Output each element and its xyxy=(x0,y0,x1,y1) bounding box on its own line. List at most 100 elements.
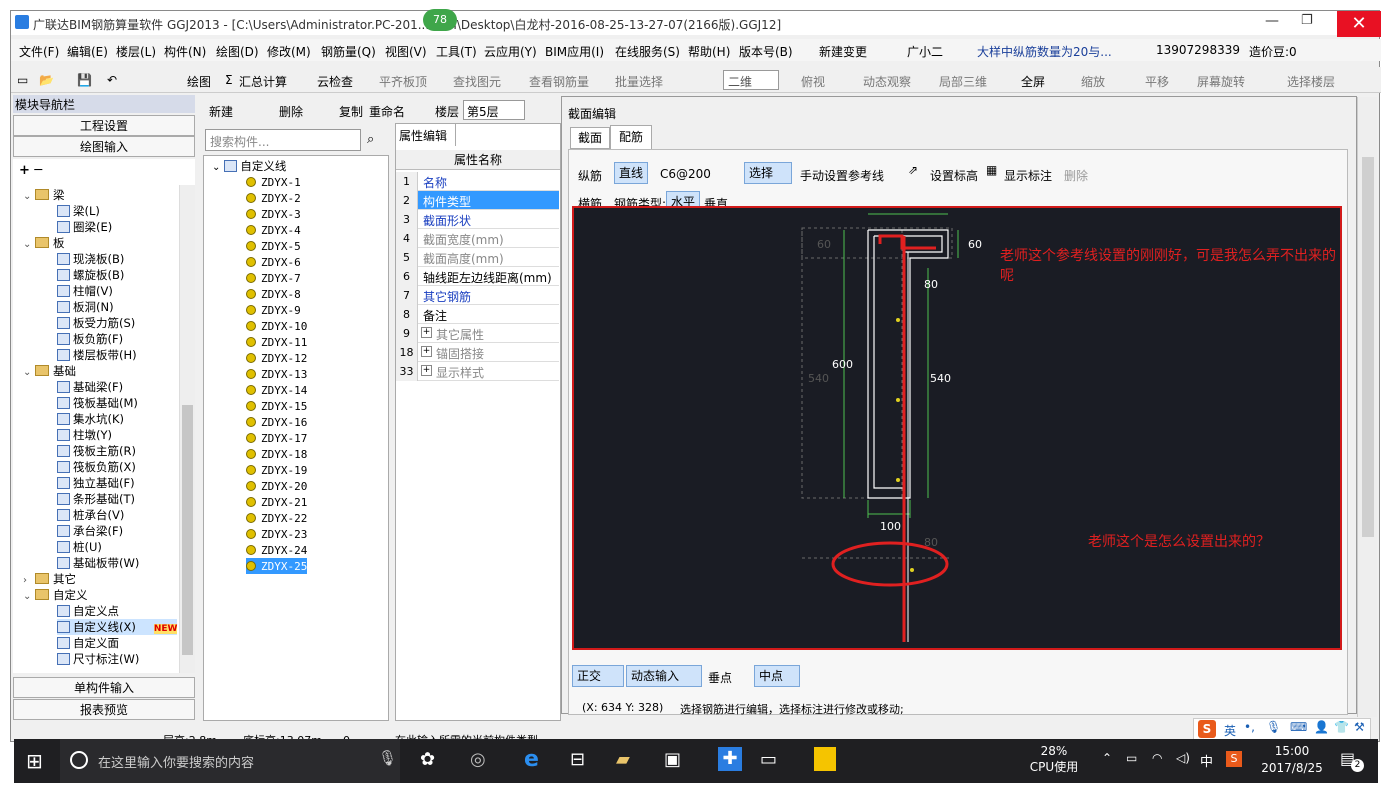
menu-edit[interactable]: 编辑(E) xyxy=(67,43,108,60)
set-elevation-button[interactable]: 设置标高 xyxy=(930,167,978,184)
component-item[interactable]: ZDYX-12 xyxy=(246,350,307,366)
monitor-icon[interactable]: ▭ xyxy=(760,749,777,770)
cpu-monitor[interactable]: 28% CPU使用 xyxy=(1024,743,1084,775)
set-elevation-icon[interactable]: ⇗ xyxy=(908,163,918,177)
tb-select-floor[interactable]: 选择楼层 xyxy=(1287,73,1335,90)
component-item[interactable]: ZDYX-1 xyxy=(246,174,301,190)
nav-item[interactable]: 独立基础(F) xyxy=(57,475,135,491)
component-item[interactable]: ZDYX-14 xyxy=(246,382,307,398)
menu-draw[interactable]: 绘图(D) xyxy=(216,43,259,60)
taskbar-search[interactable]: 在这里输入你要搜索的内容 🎙 xyxy=(60,739,400,783)
draw-input-button[interactable]: 绘图输入 xyxy=(13,136,195,157)
menu-online[interactable]: 在线服务(S) xyxy=(615,43,680,60)
menu-guangxiaoer[interactable]: 广小二 xyxy=(907,43,943,60)
component-item[interactable]: ZDYX-22 xyxy=(246,510,307,526)
rebar-spec-select[interactable]: C6@200 xyxy=(660,167,711,181)
tb-top-view[interactable]: 俯视 xyxy=(801,73,825,90)
property-row[interactable]: 2 构件类型 xyxy=(396,191,559,210)
component-item[interactable]: ZDYX-4 xyxy=(246,222,301,238)
nav-item[interactable]: 自定义点 xyxy=(57,603,119,619)
nav-item[interactable]: 板负筋(F) xyxy=(57,331,123,347)
component-item[interactable]: ZDYX-3 xyxy=(246,206,301,222)
component-item[interactable]: ZDYX-8 xyxy=(246,286,301,302)
explorer-icon[interactable]: ▰ xyxy=(616,749,630,770)
component-item[interactable]: ZDYX-25 xyxy=(246,558,308,574)
component-item[interactable]: ZDYX-24 xyxy=(246,542,307,558)
tab-section[interactable]: 截面 xyxy=(570,127,610,149)
nav-scroll-thumb[interactable] xyxy=(182,405,193,655)
app-icon-swirl[interactable]: ◎ xyxy=(470,749,486,770)
property-row[interactable]: 5 截面高度(mm) xyxy=(396,248,559,267)
close-icon[interactable]: ✕ xyxy=(1337,11,1381,37)
sogou-icon[interactable]: S xyxy=(1198,720,1216,738)
open-folder-icon[interactable]: 📂 xyxy=(39,73,54,87)
nav-item[interactable]: 集水坑(K) xyxy=(57,411,124,427)
property-row[interactable]: 9 + 其它属性 xyxy=(396,324,559,343)
tb-rotate[interactable]: 屏幕旋转 xyxy=(1197,73,1245,90)
dim-top-left[interactable]: 60 xyxy=(817,238,831,251)
tb-dynamic[interactable]: 动态观察 xyxy=(863,73,911,90)
app-icon-pinwheel[interactable]: ✿ xyxy=(420,749,435,770)
property-row[interactable]: 3 截面形状 xyxy=(396,210,559,229)
dim-bottom-100[interactable]: 100 xyxy=(880,520,901,533)
component-item[interactable]: ZDYX-13 xyxy=(246,366,307,382)
clock[interactable]: 15:00 2017/8/25 xyxy=(1256,743,1328,777)
perpendicular-snap-button[interactable]: 垂点 xyxy=(708,669,732,686)
cortana-icon[interactable] xyxy=(70,751,88,769)
expand-plus-icon[interactable]: + xyxy=(421,365,432,376)
nav-item[interactable]: 板受力筋(S) xyxy=(57,315,135,331)
screen-icon[interactable]: ▣ xyxy=(664,749,681,770)
tb-fullscreen[interactable]: 全屏 xyxy=(1021,73,1045,90)
tools-icon[interactable]: ⚒ xyxy=(1354,720,1365,734)
menu-view[interactable]: 视图(V) xyxy=(385,43,427,60)
notice-text[interactable]: 大样中纵筋数量为20与... xyxy=(977,43,1112,60)
minimize-icon[interactable]: — xyxy=(1265,13,1279,29)
expand-plus-icon[interactable]: + xyxy=(421,346,432,357)
menu-rebar[interactable]: 钢筋量(Q) xyxy=(321,43,376,60)
nav-item[interactable]: 梁(L) xyxy=(57,203,100,219)
component-item[interactable]: ZDYX-5 xyxy=(246,238,301,254)
menu-bim[interactable]: BIM应用(I) xyxy=(545,43,604,60)
delete-component-button[interactable]: 删除 xyxy=(279,103,303,120)
keyboard-icon[interactable]: ⌨ xyxy=(1290,720,1307,734)
menu-cloud[interactable]: 云应用(Y) xyxy=(484,43,537,60)
nav-folder[interactable]: ⌄ 自定义 xyxy=(23,587,88,603)
show-dimension-button[interactable]: 显示标注 xyxy=(1004,167,1052,184)
project-settings-button[interactable]: 工程设置 xyxy=(13,115,195,136)
menu-new-change[interactable]: 新建变更 xyxy=(819,43,867,60)
component-item[interactable]: ZDYX-18 xyxy=(246,446,307,462)
undo-icon[interactable]: ↶ xyxy=(107,73,117,87)
component-item[interactable]: ZDYX-10 xyxy=(246,318,307,334)
nav-item[interactable]: 筏板主筋(R) xyxy=(57,443,136,459)
glodon-taskbar-icon[interactable]: ✚ xyxy=(718,747,742,771)
show-dim-icon[interactable]: ▦ xyxy=(986,163,997,177)
component-item[interactable]: ZDYX-21 xyxy=(246,494,307,510)
nav-item[interactable]: 柱墩(Y) xyxy=(57,427,112,443)
copy-component-button[interactable]: 复制 xyxy=(339,103,363,120)
property-row[interactable]: 18 + 锚固搭接 xyxy=(396,343,559,362)
dim-top-right[interactable]: 60 xyxy=(968,238,982,251)
collapse-toggle-icon[interactable]: ⌄ xyxy=(212,162,220,173)
nav-item[interactable]: 自定义线(X) NEW xyxy=(57,619,178,635)
nav-folder[interactable]: ⌄ 基础 xyxy=(23,363,76,379)
tb-pan[interactable]: 平移 xyxy=(1145,73,1169,90)
restore-icon[interactable]: ❐ xyxy=(1301,13,1313,28)
nav-item[interactable]: 圈梁(E) xyxy=(57,219,112,235)
nav-item[interactable]: 楼层板带(H) xyxy=(57,347,137,363)
wifi-icon[interactable]: ◠ xyxy=(1152,751,1162,765)
save-icon[interactable]: 💾 xyxy=(77,73,92,87)
expand-plus-icon[interactable]: + xyxy=(421,327,432,338)
tb-draw[interactable]: 绘图 xyxy=(187,73,211,90)
new-file-icon[interactable]: ▭ xyxy=(17,73,28,87)
section-canvas[interactable]: 60 60 80 600 540 540 100 80 老师这个是怎么设置出来的… xyxy=(572,206,1342,650)
ime-indicator[interactable]: 中 xyxy=(1200,751,1213,770)
tab-rebar[interactable]: 配筋 xyxy=(610,125,652,149)
nav-item[interactable]: 现浇板(B) xyxy=(57,251,124,267)
tray-chevron-icon[interactable]: ⌃ xyxy=(1102,751,1112,765)
update-badge[interactable]: 78 xyxy=(423,9,457,31)
component-item[interactable]: ZDYX-15 xyxy=(246,398,307,414)
collapse-toggle-icon[interactable]: ⌄ xyxy=(23,189,35,205)
search-icon[interactable]: ⌕ xyxy=(367,132,374,147)
collapse-toggle-icon[interactable]: ⌄ xyxy=(23,237,35,253)
nav-item[interactable]: 桩(U) xyxy=(57,539,102,555)
